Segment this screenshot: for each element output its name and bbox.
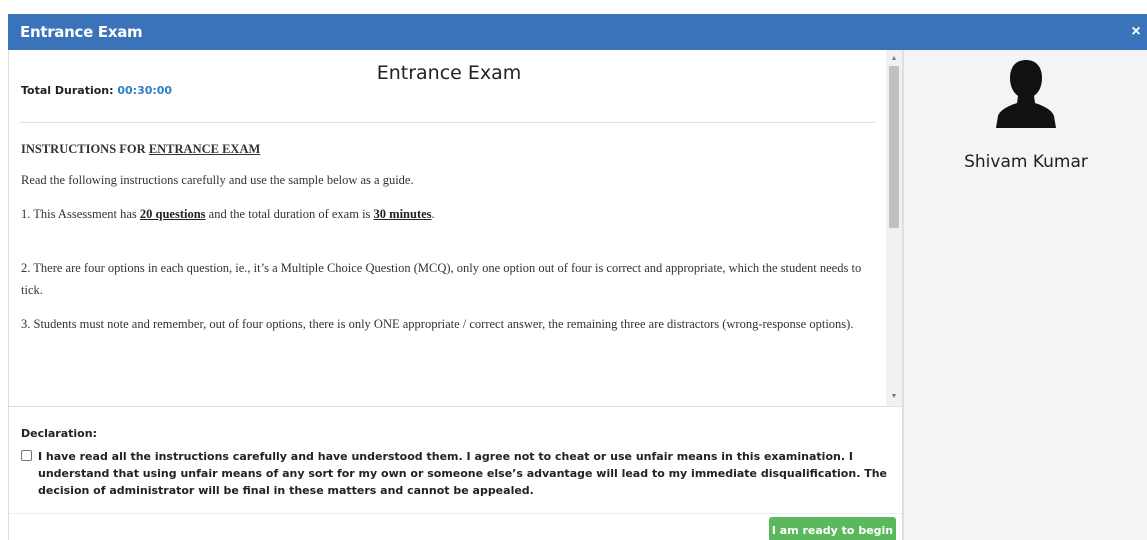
- user-name: Shivam Kumar: [964, 152, 1088, 172]
- instructions-intro: Read the following instructions carefull…: [21, 173, 414, 187]
- declaration-text[interactable]: I have read all the instructions careful…: [38, 448, 888, 499]
- divider: [19, 122, 875, 123]
- instructions-body: INSTRUCTIONS FOR ENTRANCE EXAM Read the …: [21, 142, 881, 347]
- exam-main-panel: Entrance Exam Total Duration: 00:30:00 I…: [8, 50, 903, 540]
- instruction-item-1: 1. This Assessment has 20 questions and …: [21, 203, 881, 225]
- declaration-checkbox[interactable]: [21, 450, 32, 461]
- instruction-item-3: 3. Students must note and remember, out …: [21, 317, 854, 331]
- scroll-down-icon[interactable]: ▼: [886, 390, 902, 404]
- instructions-heading-exam: ENTRANCE EXAM: [148, 142, 261, 156]
- duration-label: Total Duration:: [21, 84, 114, 97]
- close-icon[interactable]: ×: [1129, 24, 1143, 40]
- total-duration: Total Duration: 00:30:00: [21, 84, 172, 97]
- exam-heading: Entrance Exam: [376, 62, 522, 84]
- instruction-item-1-text-c: .: [431, 207, 435, 221]
- question-count: 20 questions: [139, 207, 206, 221]
- vertical-scrollbar[interactable]: ▲ ▼: [886, 50, 902, 406]
- user-side-panel: Shivam Kumar: [903, 50, 1147, 540]
- instruction-item-2: 2. There are four options in each questi…: [21, 261, 862, 297]
- declaration-section: Declaration: I have read all the instruc…: [9, 406, 902, 514]
- instruction-item-1-text-a: 1. This Assessment has: [21, 207, 140, 221]
- exam-minutes: 30 minutes: [373, 207, 432, 221]
- user-silhouette-icon: [996, 60, 1056, 128]
- instructions-heading-prefix: INSTRUCTIONS FOR: [21, 142, 149, 156]
- modal-title-bar: Entrance Exam ×: [8, 14, 1147, 50]
- instruction-item-1-text-b: and the total duration of exam is: [205, 207, 374, 221]
- ready-to-begin-button[interactable]: I am ready to begin: [769, 517, 896, 540]
- scroll-up-icon[interactable]: ▲: [886, 52, 902, 66]
- instructions-scroll-area[interactable]: Entrance Exam Total Duration: 00:30:00 I…: [9, 50, 902, 406]
- declaration-title: Declaration:: [21, 427, 97, 440]
- scrollbar-thumb[interactable]: [889, 66, 899, 228]
- duration-value: 00:30:00: [117, 84, 173, 97]
- modal-title: Entrance Exam: [20, 23, 143, 41]
- instructions-heading: INSTRUCTIONS FOR ENTRANCE EXAM: [21, 142, 881, 157]
- footer-divider: [9, 513, 902, 514]
